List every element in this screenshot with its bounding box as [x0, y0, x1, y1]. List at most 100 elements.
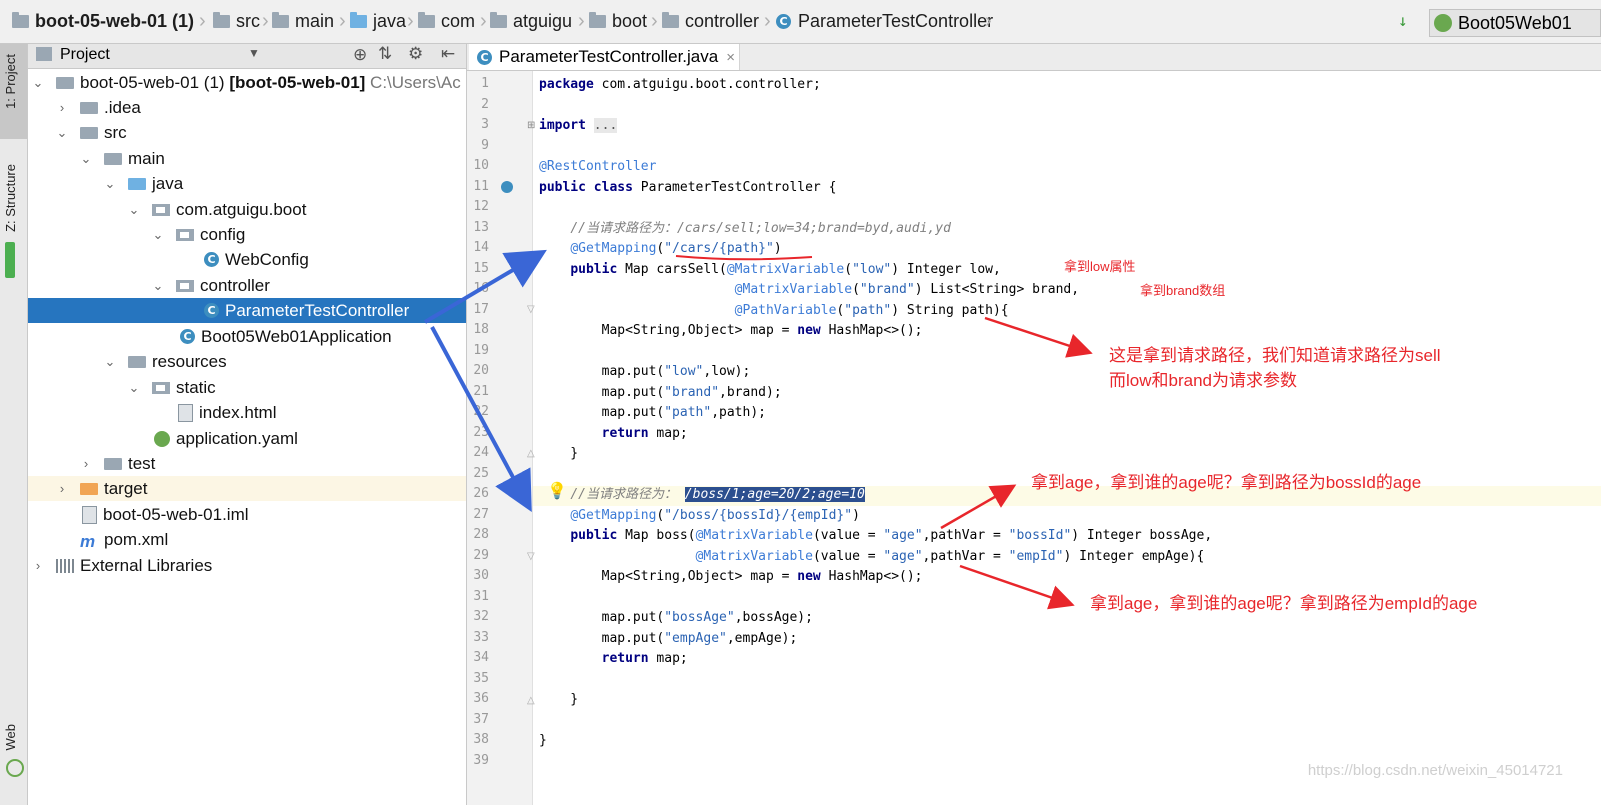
line-number: 38: [473, 732, 489, 747]
breadcrumb-boot[interactable]: boot: [589, 10, 647, 32]
line-number: 15: [473, 261, 489, 276]
collapse-all-icon[interactable]: ⇅: [378, 44, 392, 64]
class-icon: C: [204, 303, 219, 318]
tree-item-webconfig[interactable]: C WebConfig: [28, 247, 466, 272]
tree-item-package[interactable]: ⌄ com.atguigu.boot: [28, 197, 466, 222]
project-view-title[interactable]: Project: [60, 46, 110, 64]
tree-item-resources[interactable]: ⌄ resources: [28, 349, 466, 374]
line-number: 19: [473, 343, 489, 358]
line-number: 11: [473, 179, 489, 194]
tree-item-idea[interactable]: › .idea: [28, 95, 466, 120]
line-number: 30: [473, 568, 489, 583]
breadcrumb-src[interactable]: src: [213, 10, 260, 32]
class-icon: C: [204, 252, 219, 267]
code-line: @MatrixVariable(value = "age",pathVar = …: [695, 549, 1205, 564]
note-brand: 拿到brand数组: [1140, 283, 1226, 298]
line-number: 35: [473, 671, 489, 686]
spring-boot-class-icon: C: [180, 329, 195, 344]
hide-panel-icon[interactable]: ⇤: [441, 44, 455, 64]
line-number: 22: [473, 404, 489, 419]
line-number: 32: [473, 609, 489, 624]
tree-item-test[interactable]: › test: [28, 451, 466, 476]
maven-icon: m: [80, 532, 96, 551]
breadcrumb-separator: ›: [262, 10, 269, 32]
project-tool-tab[interactable]: 1: Project: [3, 54, 18, 109]
tree-item-application[interactable]: C Boot05Web01Application: [28, 324, 466, 349]
folder-icon: [104, 457, 122, 470]
lightbulb-icon[interactable]: 💡: [547, 481, 567, 501]
tree-item-controller[interactable]: ⌄ controller: [28, 273, 466, 298]
watermark: https://blog.csdn.net/weixin_45014721: [1307, 762, 1563, 779]
code-line: @GetMapping("/cars/{path}"): [570, 241, 782, 256]
locate-icon[interactable]: ⊕: [353, 45, 367, 65]
tree-item-index-html[interactable]: index.html: [28, 400, 466, 425]
line-number: 39: [473, 753, 489, 768]
code-line: public class ParameterTestController {: [539, 180, 837, 195]
breadcrumb-project[interactable]: boot-05-web-01 (1): [12, 10, 194, 32]
folder-icon: [80, 101, 98, 114]
tree-item-target[interactable]: › target: [28, 476, 466, 501]
editor-tab-bar: C ParameterTestController.java ×: [467, 44, 1601, 71]
view-dropdown-icon[interactable]: ▼: [248, 46, 260, 60]
code-line: map.put("brand",brand);: [539, 385, 782, 400]
breadcrumb-separator: ›: [764, 10, 771, 32]
line-number: 9: [481, 138, 489, 153]
tree-item-parametertestcontroller[interactable]: C ParameterTestController: [28, 298, 466, 323]
breadcrumb-controller[interactable]: controller: [662, 10, 759, 32]
line-number: 25: [473, 466, 489, 481]
code-line: return map;: [601, 651, 688, 666]
breadcrumb-atguigu[interactable]: atguigu: [490, 10, 572, 32]
gear-icon[interactable]: ⚙: [408, 44, 423, 64]
code-line: @RestController: [539, 159, 657, 174]
tab-parametertestcontroller[interactable]: C ParameterTestController.java ×: [469, 44, 740, 70]
breadcrumb-com[interactable]: com: [418, 10, 475, 32]
package-icon: [589, 11, 606, 28]
binary-update-icon[interactable]: ↓: [1398, 12, 1420, 32]
breadcrumb-java[interactable]: java: [350, 10, 406, 32]
code-line: package com.atguigu.boot.controller;: [539, 77, 821, 92]
line-number: 16: [473, 281, 489, 296]
close-tab-icon[interactable]: ×: [726, 49, 735, 66]
tree-item-application-yaml[interactable]: application.yaml: [28, 426, 466, 451]
breadcrumb-separator: ›: [651, 10, 658, 32]
tree-item-external-libraries[interactable]: › External Libraries: [28, 553, 466, 578]
tree-item-config[interactable]: ⌄ config: [28, 222, 466, 247]
tree-item-main[interactable]: ⌄ main: [28, 146, 466, 171]
code-editor[interactable]: package com.atguigu.boot.controller; imp…: [533, 71, 1601, 805]
line-number: 28: [473, 527, 489, 542]
code-line: return map;: [601, 426, 688, 441]
line-number: 27: [473, 507, 489, 522]
tree-item-project-root[interactable]: ⌄ boot-05-web-01 (1) [boot-05-web-01] C:…: [28, 70, 466, 95]
note-boss-age: 拿到age，拿到谁的age呢？拿到路径为bossId的age: [1031, 473, 1422, 492]
tree-item-java[interactable]: ⌄ java: [28, 171, 466, 196]
tree-item-pom[interactable]: m pom.xml: [28, 527, 466, 552]
breadcrumb-main[interactable]: main: [272, 10, 334, 32]
code-line: //当请求路径为： /boss/1;age=20/2;age=10: [570, 487, 865, 502]
line-number: 21: [473, 384, 489, 399]
line-number: 37: [473, 712, 489, 727]
project-panel: Project ▼ ⊕ ⇅ ⚙ ⇤ ⌄ boot-05-web-01 (1) […: [28, 44, 467, 805]
line-number: 13: [473, 220, 489, 235]
folder-icon: [104, 152, 122, 165]
tree-item-static[interactable]: ⌄ static: [28, 375, 466, 400]
source-folder-icon: [128, 177, 146, 190]
tree-item-iml[interactable]: boot-05-web-01.iml: [28, 502, 466, 527]
source-folder-icon: [350, 11, 367, 28]
code-line: }: [539, 733, 547, 748]
resources-folder-icon: [128, 355, 146, 368]
breadcrumb-class[interactable]: C ParameterTestController: [776, 10, 993, 32]
package-icon: [662, 11, 679, 28]
line-number: 12: [473, 199, 489, 214]
class-icon: C: [776, 13, 791, 29]
note-path-line-1: 这是拿到请求路径，我们知道请求路径为sell: [1109, 346, 1441, 365]
bean-gutter-icon[interactable]: [501, 181, 513, 193]
run-configuration-selector[interactable]: Boot05Web01: [1429, 9, 1601, 37]
line-number: 14: [473, 240, 489, 255]
code-line: map.put("low",low);: [539, 364, 751, 379]
breadcrumb-separator: ›: [339, 10, 346, 32]
code-line: Map<String,Object> map = new HashMap<>()…: [539, 323, 923, 338]
structure-tool-tab[interactable]: Z: Structure: [3, 164, 18, 232]
web-tool-tab[interactable]: Web: [3, 724, 18, 751]
tree-item-src[interactable]: ⌄ src: [28, 120, 466, 145]
structure-icon: [5, 242, 15, 278]
